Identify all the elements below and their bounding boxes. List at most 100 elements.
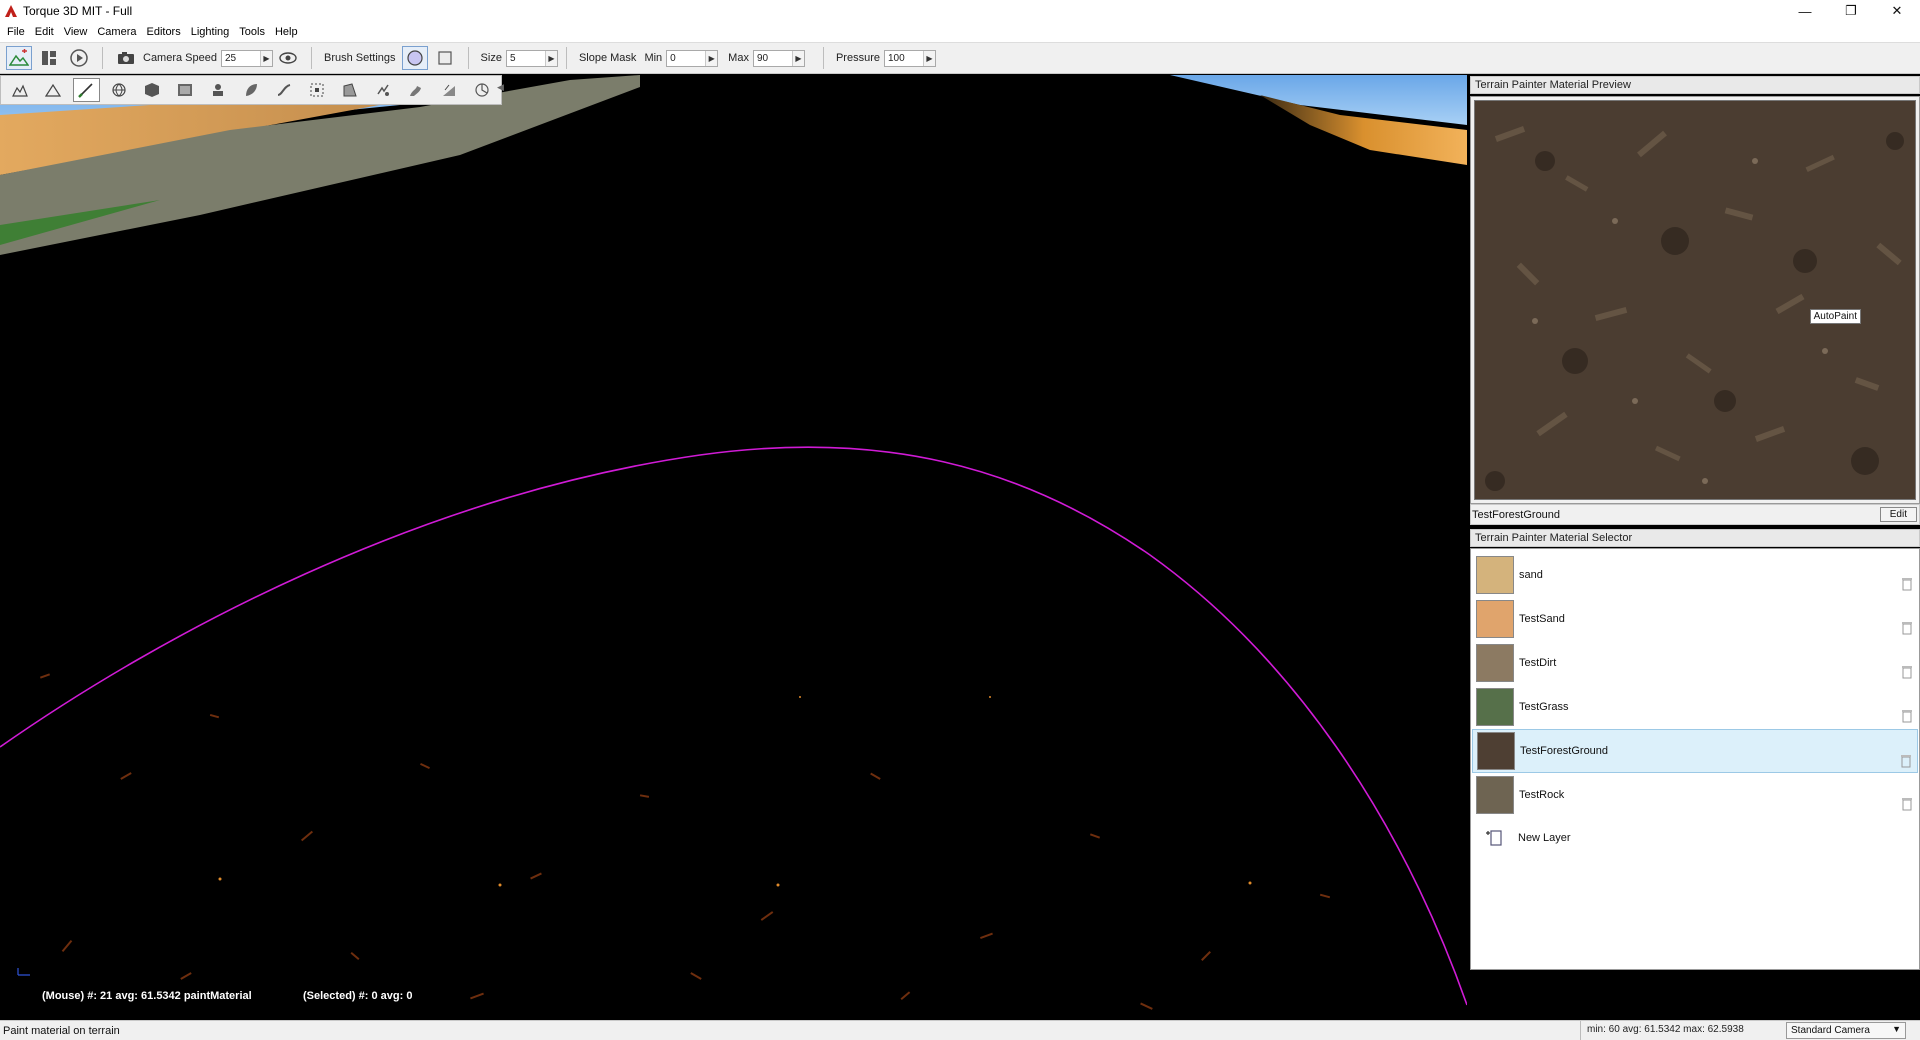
chevron-down-icon: ▼ [1892, 1024, 1901, 1034]
palette-tool-button[interactable] [139, 78, 166, 102]
camera-mode-value: Standard Camera [1791, 1025, 1870, 1036]
slope-mask-label: Slope Mask [578, 52, 637, 64]
menu-view[interactable]: View [59, 26, 93, 38]
palette-tool-button[interactable] [336, 78, 363, 102]
menu-file[interactable]: File [2, 26, 30, 38]
size-field[interactable]: 5 ▶ [505, 49, 558, 67]
height-stats: min: 60 avg: 61.5342 max: 62.5938 [1580, 1021, 1750, 1040]
close-button[interactable]: ✕ [1874, 0, 1920, 22]
delete-layer-icon[interactable] [1902, 709, 1912, 723]
preview-material-name: TestForestGround [1472, 508, 1561, 521]
palette-tool-button[interactable] [238, 78, 265, 102]
palette-tool-button-paint[interactable] [72, 78, 100, 102]
toolbar-separator [102, 47, 103, 69]
toolbar-separator [822, 47, 824, 69]
size-value[interactable]: 5 [507, 53, 545, 64]
slope-max-value[interactable]: 90 [754, 53, 792, 64]
menu-bar: File Edit View Camera Editors Lighting T… [0, 22, 1920, 42]
palette-tool-button[interactable] [205, 78, 232, 102]
menu-edit[interactable]: Edit [30, 26, 59, 38]
selector-panel-header: Terrain Painter Material Selector [1470, 529, 1920, 547]
mouse-status-readout: (Mouse) #: 21 avg: 61.5342 paintMaterial [42, 990, 252, 1002]
delete-layer-icon[interactable] [1902, 621, 1912, 635]
pressure-value[interactable]: 100 [885, 53, 923, 64]
preview-panel-header: Terrain Painter Material Preview [1470, 76, 1920, 94]
camera-mode-select[interactable]: Standard Camera ▼ [1786, 1022, 1906, 1039]
visibility-button[interactable] [275, 46, 301, 70]
menu-editors[interactable]: Editors [141, 26, 185, 38]
palette-tool-button[interactable] [303, 78, 330, 102]
autopaint-button[interactable]: AutoPaint [1809, 309, 1861, 324]
slope-min-label: Min [644, 52, 663, 64]
world-editor-button[interactable] [6, 46, 32, 70]
preview-footer: TestForestGround Edit [1470, 504, 1920, 525]
pressure-arrow-icon[interactable]: ▶ [922, 50, 935, 66]
slope-max-field[interactable]: 90 ▶ [752, 49, 805, 67]
brush-settings-label: Brush Settings [324, 52, 396, 64]
menu-camera[interactable]: Camera [92, 26, 141, 38]
camera-speed-label: Camera Speed [143, 52, 217, 64]
play-game-button[interactable] [66, 46, 92, 70]
menu-tools[interactable]: Tools [234, 26, 270, 38]
material-name: TestRock [1519, 789, 1565, 801]
slope-max-arrow-icon[interactable]: ▶ [791, 50, 804, 66]
delete-layer-icon[interactable] [1901, 754, 1911, 768]
scene-viewport[interactable] [0, 75, 1467, 1020]
camera-button[interactable] [113, 46, 139, 70]
delete-layer-icon[interactable] [1902, 577, 1912, 591]
palette-tool-button[interactable] [369, 78, 396, 102]
new-layer-button[interactable]: New Layer [1472, 823, 1918, 853]
material-row-testforestground[interactable]: TestForestGround [1472, 729, 1918, 773]
palette-tool-button[interactable] [40, 78, 67, 102]
toolbar-separator [565, 47, 567, 69]
palette-tool-button[interactable] [402, 78, 429, 102]
material-row-testrock[interactable]: TestRock [1472, 773, 1918, 817]
edit-material-button[interactable]: Edit [1879, 507, 1917, 522]
camera-speed-field[interactable]: 25 ▶ [221, 49, 273, 67]
toolbar-separator [311, 47, 312, 69]
material-row-sand[interactable]: sand [1472, 553, 1918, 597]
size-arrow-icon[interactable]: ▶ [544, 50, 557, 66]
circle-brush-button[interactable] [401, 46, 428, 70]
menu-help[interactable]: Help [270, 26, 303, 38]
slope-min-arrow-icon[interactable]: ▶ [705, 50, 718, 66]
delete-layer-icon[interactable] [1902, 797, 1912, 811]
palette-tool-button[interactable] [435, 78, 462, 102]
terrain-tool-palette: ◀ [0, 75, 504, 105]
restore-button[interactable]: ❐ [1828, 0, 1874, 22]
pressure-field[interactable]: 100 ▶ [883, 49, 936, 67]
camera-speed-arrow-icon[interactable]: ▶ [260, 50, 272, 66]
slope-min-value[interactable]: 0 [667, 53, 705, 64]
material-row-testgrass[interactable]: TestGrass [1472, 685, 1918, 729]
title-bar: Torque 3D MIT - Full — ❐ ✕ [0, 0, 1920, 22]
slope-max-label: Max [728, 52, 749, 64]
gui-editor-button[interactable] [36, 46, 62, 70]
material-name: sand [1519, 569, 1543, 581]
material-name: TestForestGround [1520, 745, 1609, 757]
cube-icon [145, 83, 160, 97]
slope-min-field[interactable]: 0 ▶ [666, 49, 719, 67]
material-preview-box: AutoPaint [1470, 96, 1920, 504]
orbit-icon [474, 83, 489, 97]
material-row-testdirt[interactable]: TestDirt [1472, 641, 1918, 685]
menu-lighting[interactable]: Lighting [186, 26, 235, 38]
palette-tool-button[interactable] [7, 78, 34, 102]
material-thumbnail [1476, 556, 1514, 594]
camera-speed-value[interactable]: 25 [222, 53, 260, 64]
smooth-icon [277, 84, 291, 96]
palette-tool-button[interactable] [271, 78, 298, 102]
palette-tool-button[interactable] [468, 78, 495, 102]
palette-tool-button[interactable] [106, 78, 133, 102]
palette-collapse-icon[interactable]: ◀ [497, 82, 504, 100]
mountain-edit-icon [9, 49, 29, 66]
forest-ground-texture [1475, 101, 1915, 499]
minimize-button[interactable]: — [1782, 0, 1828, 22]
terrain-raise-icon [12, 84, 29, 97]
box-brush-button[interactable] [432, 46, 458, 70]
material-row-testsand[interactable]: TestSand [1472, 597, 1918, 641]
delete-layer-icon[interactable] [1902, 665, 1912, 679]
camera-icon [118, 52, 134, 64]
palette-tool-button[interactable] [172, 78, 199, 102]
material-selector-list: sand TestSand TestDirt TestGrass TestFor… [1470, 548, 1920, 970]
new-layer-label: New Layer [1518, 832, 1571, 844]
